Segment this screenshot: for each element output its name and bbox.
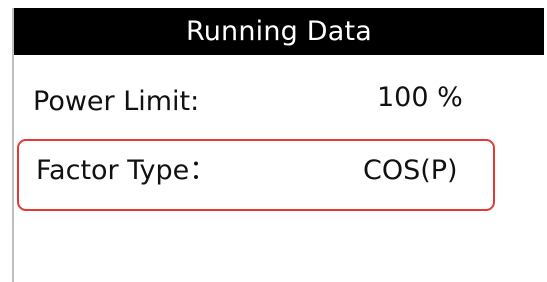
power-limit-label: Power Limit: [33, 86, 200, 117]
power-limit-value: 100 % [377, 82, 463, 113]
factor-type-value: COS(P) [363, 155, 458, 186]
title-bar: Running Data [14, 8, 544, 55]
factor-type-label: Factor Type： [36, 155, 217, 186]
running-data-screen: Running Data Power Limit: 100 % Factor T… [0, 0, 547, 282]
page-title: Running Data [185, 16, 373, 47]
